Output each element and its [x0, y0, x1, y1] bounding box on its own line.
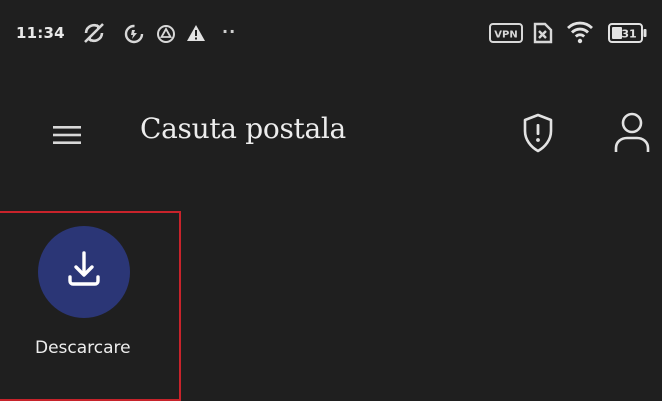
download-circle[interactable] — [38, 226, 130, 318]
drive-icon — [157, 25, 175, 43]
shield-alert-icon[interactable] — [520, 112, 556, 154]
status-time: 11:34 — [16, 24, 65, 42]
data-saver-icon — [124, 24, 144, 44]
page-title: Casuta postala — [140, 112, 346, 145]
battery-level-text: 31 — [621, 28, 636, 41]
download-tile[interactable]: Descarcare — [20, 224, 160, 374]
download-label: Descarcare — [35, 338, 131, 358]
wifi-icon — [567, 21, 593, 44]
no-sim-icon — [533, 22, 553, 44]
battery-icon: 31 — [608, 23, 647, 43]
vpn-badge-text: VPN — [494, 30, 517, 41]
warning-icon — [187, 25, 205, 41]
status-bar: 11:34 ·· VPN 31 — [0, 0, 662, 74]
menu-icon[interactable] — [52, 124, 82, 146]
status-overflow-dots: ·· — [222, 22, 237, 41]
sync-off-icon — [84, 23, 104, 43]
account-icon[interactable] — [612, 110, 652, 154]
download-icon — [68, 251, 100, 286]
vpn-icon: VPN — [489, 23, 523, 43]
